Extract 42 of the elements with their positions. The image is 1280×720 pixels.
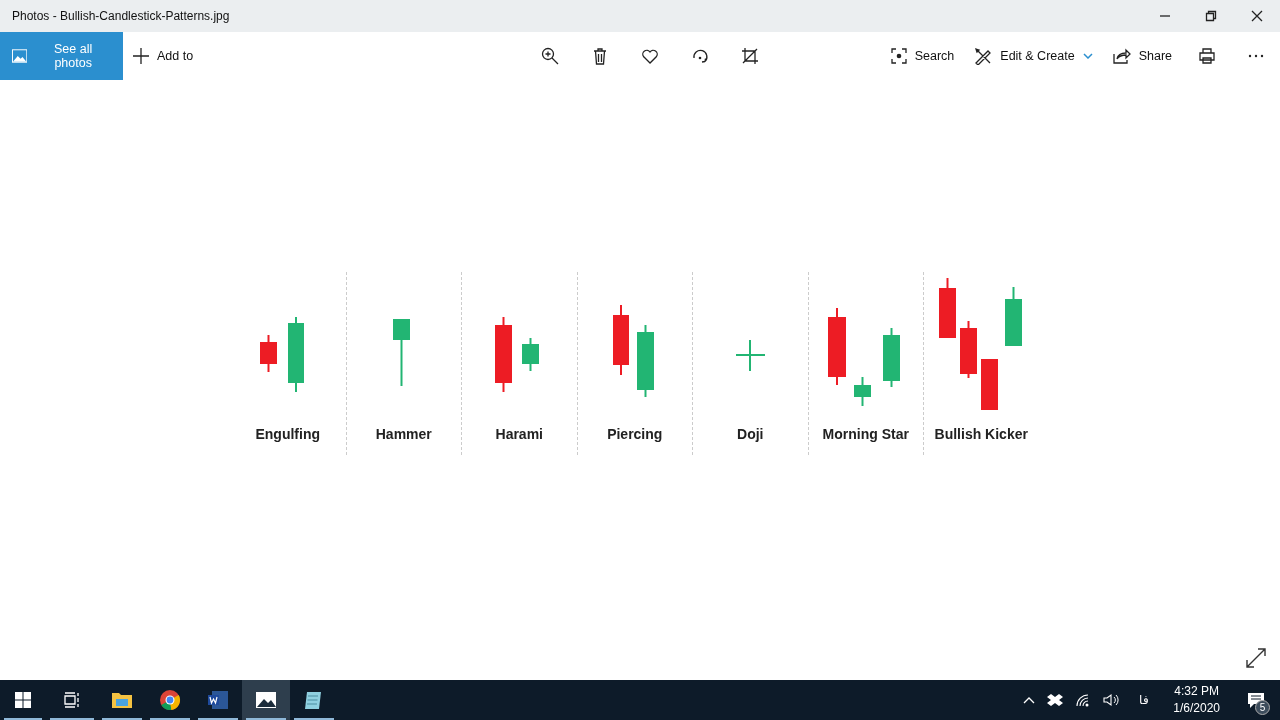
doji-candle-drawing <box>734 339 766 372</box>
print-icon <box>1197 46 1217 66</box>
word-icon <box>206 688 230 712</box>
pattern-label: Bullish Kicker <box>934 426 1028 442</box>
speaker-icon[interactable] <box>1103 693 1122 707</box>
search-button[interactable]: Search <box>880 32 965 80</box>
pattern-label: Morning Star <box>822 426 909 442</box>
crop-icon <box>740 46 761 66</box>
action-center-button[interactable]: 5 <box>1238 680 1274 720</box>
caret-icon <box>1082 53 1093 59</box>
share-icon <box>1112 48 1131 64</box>
clock-time: 4:32 PM <box>1174 683 1219 700</box>
plus-icon <box>133 48 149 64</box>
clock-date: 1/6/2020 <box>1173 700 1220 717</box>
taskbar-app-button[interactable] <box>242 680 290 720</box>
clock[interactable]: 4:32 PM 1/6/2020 <box>1167 683 1226 717</box>
pattern-label: Engulfing <box>255 426 320 442</box>
pattern-label: Harami <box>495 426 543 442</box>
candlestick-drawing <box>393 318 411 387</box>
close-icon <box>1251 10 1263 22</box>
pattern-label: Hammer <box>375 426 432 442</box>
search-icon <box>890 48 907 64</box>
notification-count: 5 <box>1255 700 1270 715</box>
chevron-up-icon[interactable] <box>1023 696 1036 704</box>
share-button[interactable]: Share <box>1102 32 1182 80</box>
pattern-label: Piercing <box>607 426 663 442</box>
pattern-label: Doji <box>737 426 764 442</box>
pencil-icon <box>974 47 993 65</box>
box-icon[interactable] <box>1047 693 1064 707</box>
image-icon <box>12 49 28 63</box>
window-title: Photos - Bullish-Candlestick-Patterns.jpg <box>11 9 231 23</box>
expand-icon[interactable] <box>1246 648 1266 668</box>
edit-create-button[interactable]: Edit & Create <box>964 32 1103 80</box>
task-view-icon <box>63 692 81 708</box>
restore-icon <box>1205 10 1217 22</box>
more-icon <box>1248 54 1264 58</box>
zoom-in-icon <box>540 46 561 66</box>
add-to-button[interactable]: Add to <box>123 32 204 80</box>
language-indicator[interactable]: فا <box>1133 693 1156 707</box>
windows-icon <box>15 692 31 708</box>
see-all-photos-button[interactable]: See all photos <box>0 32 123 80</box>
browser-icon <box>158 688 182 712</box>
